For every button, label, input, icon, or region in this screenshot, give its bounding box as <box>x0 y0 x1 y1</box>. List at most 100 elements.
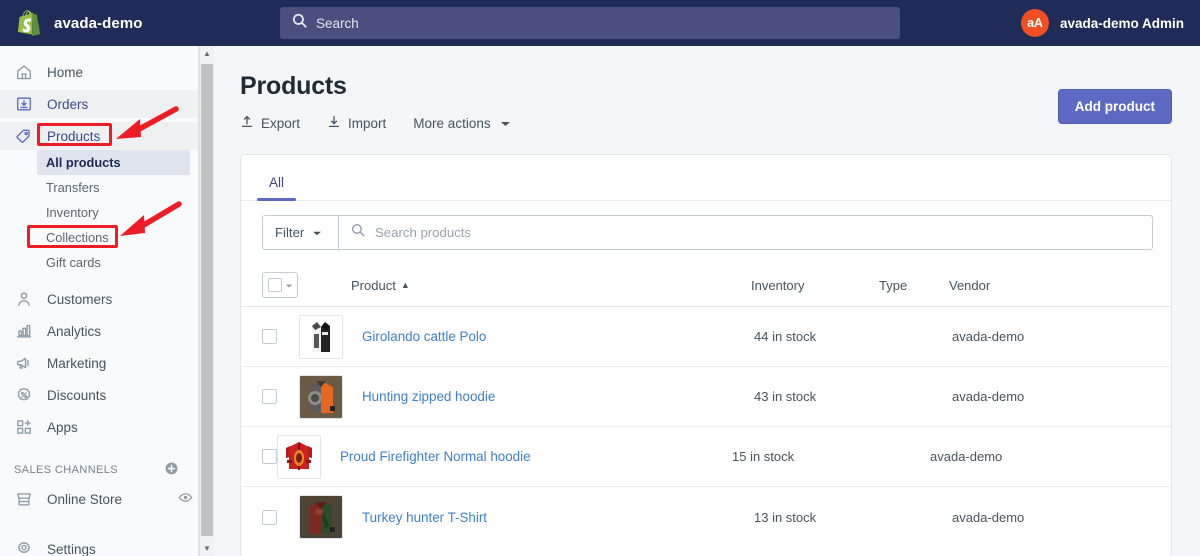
add-product-button[interactable]: Add product <box>1057 89 1172 124</box>
row-checkbox[interactable] <box>262 329 277 344</box>
sidebar-subitem-all-products[interactable]: All products <box>37 150 190 175</box>
top-bar: avada-demo Search aA avada-demo Admin <box>0 0 1200 46</box>
customers-icon <box>14 289 34 309</box>
add-sales-channel-icon[interactable] <box>164 461 179 479</box>
cell-vendor: avada-demo <box>952 329 1025 344</box>
scroll-down-icon[interactable]: ▼ <box>200 541 214 556</box>
sidebar-label-home: Home <box>47 64 84 80</box>
sidebar-item-settings[interactable]: Settings <box>0 535 198 556</box>
column-header-product[interactable]: Product ▲ <box>351 278 751 293</box>
sales-channels-header: SALES CHANNELS <box>0 459 198 481</box>
sidebar-label-apps: Apps <box>47 419 78 435</box>
brand-name: avada-demo <box>54 14 143 32</box>
more-actions-label: More actions <box>413 115 491 131</box>
sidebar-sublabel-gift-cards: Gift cards <box>46 255 101 270</box>
row-checkbox[interactable] <box>262 389 277 404</box>
apps-icon <box>14 417 34 437</box>
user-menu[interactable]: aA avada-demo Admin <box>1020 0 1184 46</box>
marketing-megaphone-icon <box>14 353 34 373</box>
cell-inventory: 43 in stock <box>754 389 817 404</box>
sidebar-subitem-inventory[interactable]: Inventory <box>0 200 198 225</box>
table-row[interactable]: Girolando cattle Polo 44 in stock avada-… <box>241 307 1171 367</box>
export-button[interactable]: Export <box>240 114 300 132</box>
products-card: All Filter Search products Product ▲ Inv… <box>240 154 1172 556</box>
sidebar-label-customers: Customers <box>47 291 113 307</box>
sidebar-item-products[interactable]: Products <box>0 122 198 150</box>
chevron-down-icon <box>312 225 322 240</box>
gear-icon <box>14 539 34 556</box>
product-link[interactable]: Hunting zipped hoodie <box>362 389 754 404</box>
search-icon <box>292 13 307 33</box>
sort-ascending-icon: ▲ <box>400 280 410 290</box>
column-header-inventory: Inventory <box>751 277 805 293</box>
sidebar-scrollbar[interactable]: ▲ ▼ <box>199 46 214 556</box>
avatar: aA <box>1020 9 1049 37</box>
shopify-admin-page: avada-demo Search aA avada-demo Admin Ho… <box>0 0 1200 556</box>
search-icon <box>351 223 365 242</box>
sidebar-label-orders: Orders <box>47 96 89 112</box>
sidebar-subitem-gift-cards[interactable]: Gift cards <box>0 250 198 275</box>
cell-inventory: 44 in stock <box>754 329 817 344</box>
tab-bar: All <box>241 155 1171 201</box>
product-thumbnail <box>299 314 343 359</box>
analytics-icon <box>14 321 34 341</box>
filter-button[interactable]: Filter <box>262 215 338 250</box>
user-name: avada-demo Admin <box>1059 15 1184 31</box>
cell-vendor: avada-demo <box>930 449 1003 464</box>
preview-store-eye-icon[interactable] <box>178 490 193 508</box>
table-row[interactable]: Turkey hunter T-Shirt 13 in stock avada-… <box>241 487 1171 547</box>
sidebar-item-apps[interactable]: Apps <box>0 413 198 441</box>
product-link[interactable]: Girolando cattle Polo <box>362 329 754 344</box>
product-link[interactable]: Proud Firefighter Normal hoodie <box>340 449 732 464</box>
brand[interactable]: avada-demo <box>18 9 280 37</box>
online-store-icon <box>14 489 34 509</box>
select-all-checkbox-dropdown[interactable] <box>262 272 298 298</box>
search-products-input[interactable]: Search products <box>338 215 1153 250</box>
column-header-vendor: Vendor <box>949 277 991 293</box>
sidebar-subitem-collections[interactable]: Collections <box>0 225 198 250</box>
chevron-down-icon <box>285 276 293 294</box>
table-row[interactable]: Hunting zipped hoodie 43 in stock avada-… <box>241 367 1171 427</box>
filter-bar: Filter Search products <box>241 201 1171 250</box>
products-tag-icon <box>14 126 34 146</box>
filter-label: Filter <box>275 225 305 240</box>
page-title: Products <box>240 72 347 100</box>
column-header-type: Type <box>879 277 908 293</box>
more-actions-button[interactable]: More actions <box>413 116 510 131</box>
sidebar-item-marketing[interactable]: Marketing <box>0 349 198 377</box>
sidebar-item-home[interactable]: Home <box>0 58 198 86</box>
sidebar-item-discounts[interactable]: Discounts <box>0 381 198 409</box>
import-label: Import <box>348 115 387 131</box>
select-all-checkbox[interactable] <box>267 278 282 292</box>
row-checkbox[interactable] <box>262 449 277 464</box>
sidebar-item-customers[interactable]: Customers <box>0 285 198 313</box>
product-thumbnail <box>299 495 343 539</box>
discounts-icon <box>14 385 34 405</box>
export-icon <box>240 114 254 132</box>
chevron-down-icon <box>500 116 511 131</box>
import-button[interactable]: Import <box>327 114 386 132</box>
sidebar-item-online-store[interactable]: Online Store <box>0 485 198 513</box>
sidebar: Home Orders Products All products Transf… <box>0 46 199 556</box>
cell-vendor: avada-demo <box>952 389 1025 404</box>
table-header: Product ▲ Inventory Type Vendor <box>241 264 1171 307</box>
sidebar-label-marketing: Marketing <box>47 355 107 371</box>
tab-all[interactable]: All <box>257 175 297 201</box>
cell-inventory: 15 in stock <box>732 449 795 464</box>
global-search-input[interactable]: Search <box>280 7 900 39</box>
orders-icon <box>14 94 34 114</box>
row-checkbox[interactable] <box>262 509 277 525</box>
sidebar-item-analytics[interactable]: Analytics <box>0 317 198 345</box>
sidebar-sublabel-all-products: All products <box>46 155 121 170</box>
table-row[interactable]: Proud Firefighter Normal hoodie 15 in st… <box>241 427 1171 487</box>
global-search-placeholder: Search <box>316 15 359 31</box>
sidebar-subitem-transfers[interactable]: Transfers <box>0 175 198 200</box>
product-thumbnail <box>299 374 343 419</box>
import-icon <box>327 114 341 132</box>
sidebar-item-orders[interactable]: Orders <box>0 90 198 118</box>
product-link[interactable]: Turkey hunter T-Shirt <box>362 510 754 525</box>
cell-inventory: 13 in stock <box>754 509 817 525</box>
scrollbar-thumb[interactable] <box>201 64 213 536</box>
page-actions: Export Import More actions <box>240 114 511 132</box>
scroll-up-icon[interactable]: ▲ <box>200 46 214 61</box>
